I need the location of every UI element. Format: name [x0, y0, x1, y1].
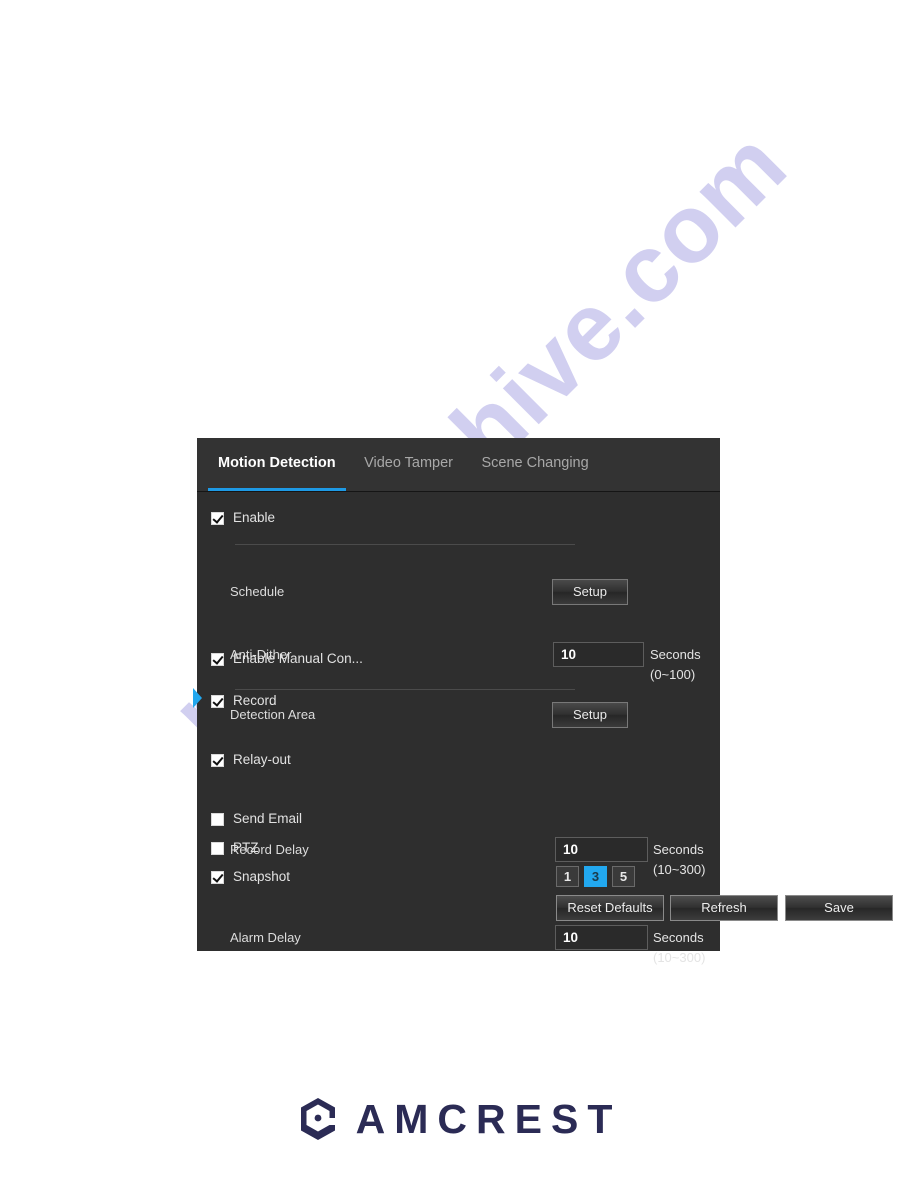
- send-email-row[interactable]: Send Email: [197, 807, 734, 836]
- amcrest-hexagon-logo-icon: [300, 1098, 335, 1140]
- enable-label: Enable: [233, 510, 276, 525]
- record-row[interactable]: Record: [197, 689, 734, 718]
- record-checkbox[interactable]: [211, 695, 224, 708]
- record-label: Record: [233, 693, 277, 708]
- snapshot-option-3[interactable]: 3: [584, 866, 607, 887]
- snapshot-option-5[interactable]: 5: [612, 866, 635, 887]
- schedule-setup-button[interactable]: Setup: [552, 579, 628, 605]
- snapshot-option-1[interactable]: 1: [556, 866, 579, 887]
- tab-scene-changing[interactable]: Scene Changing: [469, 438, 600, 491]
- ptz-label: PTZ: [233, 840, 259, 855]
- panel-actions: Reset Defaults Refresh Save: [197, 895, 893, 935]
- relay-out-label: Relay-out: [233, 752, 291, 767]
- enable-manual-control-label: Enable Manual Con...: [233, 651, 363, 666]
- relay-out-checkbox[interactable]: [211, 754, 224, 767]
- refresh-button[interactable]: Refresh: [670, 895, 778, 921]
- amcrest-wordmark: AMCREST: [355, 1096, 622, 1142]
- enable-checkbox[interactable]: [211, 512, 224, 525]
- snapshot-row[interactable]: Snapshot 1 3 5: [197, 865, 734, 894]
- divider-top: [235, 544, 575, 545]
- ptz-row[interactable]: PTZ: [197, 836, 734, 865]
- send-email-checkbox[interactable]: [211, 813, 224, 826]
- enable-manual-control-row[interactable]: Enable Manual Con...: [197, 647, 734, 676]
- save-button[interactable]: Save: [785, 895, 893, 921]
- tab-motion-detection[interactable]: Motion Detection: [206, 438, 348, 491]
- snapshot-checkbox[interactable]: [211, 871, 224, 884]
- ptz-checkbox[interactable]: [211, 842, 224, 855]
- enable-row[interactable]: Enable: [197, 506, 720, 535]
- schedule-label: Schedule: [230, 584, 285, 599]
- panel-body: Enable Schedule Setup Anti-Dither 10 Sec…: [193, 492, 893, 965]
- enable-manual-control-checkbox[interactable]: [211, 653, 224, 666]
- reset-defaults-button[interactable]: Reset Defaults: [556, 895, 664, 921]
- schedule-row: Schedule Setup: [197, 579, 720, 608]
- brand-footer: AMCREST: [0, 1089, 918, 1149]
- relay-out-row[interactable]: Relay-out: [197, 748, 734, 777]
- panel-tabbar: Motion Detection Video Tamper Scene Chan…: [197, 438, 720, 492]
- send-email-label: Send Email: [233, 811, 303, 826]
- motion-detection-panel: Motion Detection Video Tamper Scene Chan…: [193, 438, 893, 965]
- snapshot-label: Snapshot: [233, 869, 291, 884]
- tab-video-tamper[interactable]: Video Tamper: [352, 438, 465, 491]
